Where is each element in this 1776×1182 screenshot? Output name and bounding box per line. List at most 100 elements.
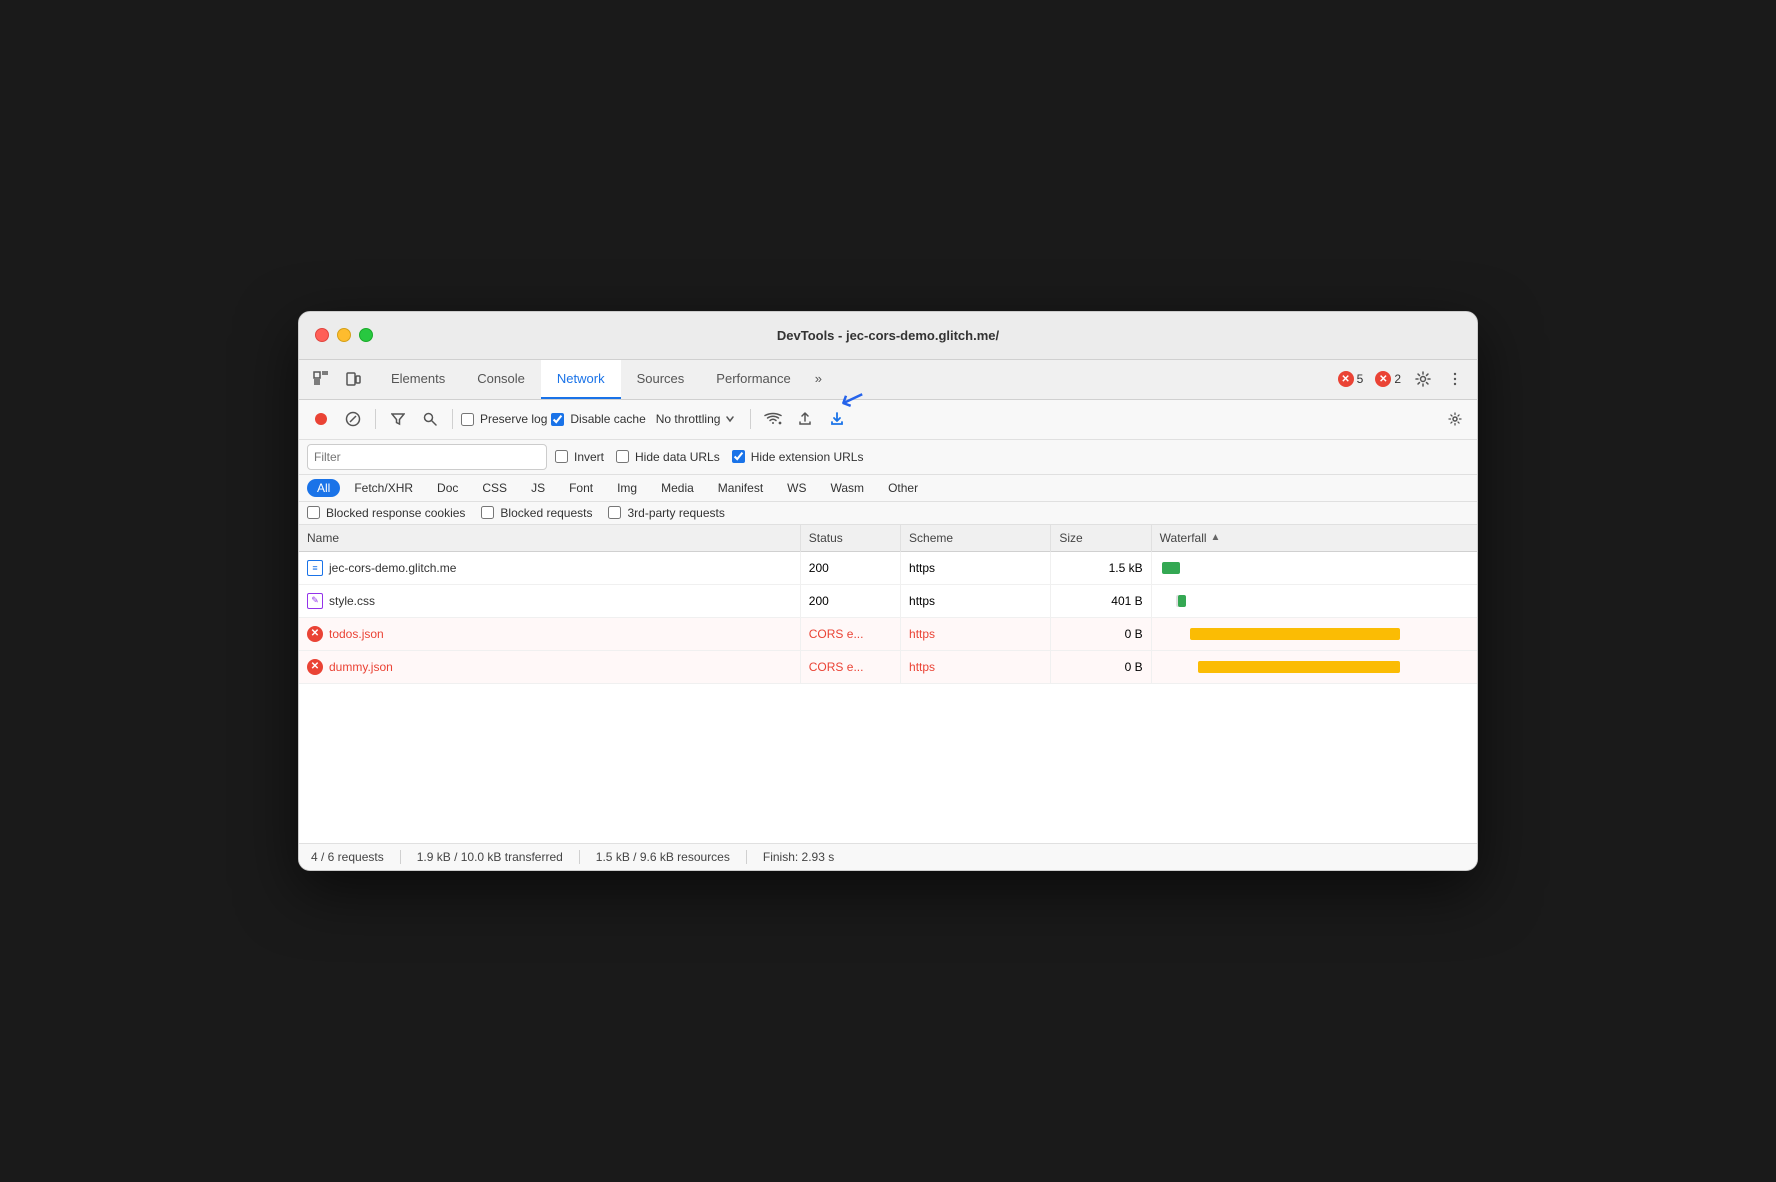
table-row[interactable]: ≡ jec-cors-demo.glitch.me 200 https 1.5 … [299, 551, 1477, 584]
tab-overflow[interactable]: » [807, 359, 830, 399]
doc-icon: ≡ [307, 560, 323, 576]
waterfall-bar [1162, 562, 1180, 574]
filter-button[interactable] [384, 405, 412, 433]
row-size: 0 B [1051, 617, 1151, 650]
status-transferred: 1.9 kB / 10.0 kB transferred [417, 850, 580, 864]
col-header-size[interactable]: Size [1051, 525, 1151, 552]
row-waterfall [1151, 584, 1477, 617]
third-party-checkbox[interactable]: 3rd-party requests [608, 506, 724, 520]
error-icon-2: ✕ [1375, 371, 1391, 387]
row-status: CORS e... [800, 617, 900, 650]
tab-console[interactable]: Console [461, 359, 541, 399]
toolbar-sep-1 [375, 409, 376, 429]
waterfall-bar [1198, 661, 1400, 673]
throttle-select[interactable]: No throttling [650, 410, 743, 428]
row-size: 0 B [1051, 650, 1151, 683]
window-title: DevTools - jec-cors-demo.glitch.me/ [777, 328, 999, 343]
error-icon: ✕ [307, 659, 323, 675]
filter-input[interactable] [314, 450, 540, 464]
type-btn-fetch-xhr[interactable]: Fetch/XHR [344, 479, 423, 497]
minimize-button[interactable] [337, 328, 351, 342]
status-finish: Finish: 2.93 s [763, 850, 850, 864]
row-size: 1.5 kB [1051, 551, 1151, 584]
row-waterfall [1151, 650, 1477, 683]
type-filter-bar: All Fetch/XHR Doc CSS JS Font Img Media … [299, 475, 1477, 502]
blocked-requests-checkbox[interactable]: Blocked requests [481, 506, 592, 520]
row-scheme: https [901, 617, 1051, 650]
waterfall-bar [1190, 628, 1400, 640]
export-button-wrapper: ↙ [823, 405, 851, 433]
traffic-lights [315, 328, 373, 342]
tab-performance[interactable]: Performance [700, 359, 806, 399]
tab-bar-right: ✕ 5 ✕ 2 [1334, 365, 1469, 393]
error-icon-1: ✕ [1338, 371, 1354, 387]
type-btn-js[interactable]: JS [521, 479, 555, 497]
filter-checkboxes: Invert Hide data URLs Hide extension URL… [555, 450, 863, 464]
network-settings-icon[interactable] [1441, 405, 1469, 433]
type-btn-css[interactable]: CSS [472, 479, 517, 497]
table-row[interactable]: ✎ style.css 200 https 401 B [299, 584, 1477, 617]
type-btn-wasm[interactable]: Wasm [821, 479, 875, 497]
table-row[interactable]: ✕ dummy.json CORS e... https 0 B [299, 650, 1477, 683]
disable-cache-checkbox[interactable]: Disable cache [551, 412, 645, 426]
row-status: 200 [800, 584, 900, 617]
device-toggle-icon[interactable] [339, 365, 367, 393]
settings-icon[interactable] [1409, 365, 1437, 393]
blocked-bar: Blocked response cookies Blocked request… [299, 502, 1477, 525]
type-btn-other[interactable]: Other [878, 479, 928, 497]
sort-arrow: ▲ [1211, 532, 1221, 543]
devtools-body: Elements Console Network Sources Perform… [299, 360, 1477, 871]
row-name: dummy.json [329, 660, 393, 674]
type-btn-font[interactable]: Font [559, 479, 603, 497]
clear-button[interactable] [339, 405, 367, 433]
row-name: style.css [329, 594, 375, 608]
type-btn-doc[interactable]: Doc [427, 479, 468, 497]
empty-space [299, 683, 1477, 843]
type-btn-img[interactable]: Img [607, 479, 647, 497]
error-icon: ✕ [307, 626, 323, 642]
toolbar-sep-3 [750, 409, 751, 429]
col-header-scheme[interactable]: Scheme [901, 525, 1051, 552]
row-status: CORS e... [800, 650, 900, 683]
col-header-waterfall[interactable]: Waterfall ▲ [1151, 525, 1477, 552]
blocked-cookies-checkbox[interactable]: Blocked response cookies [307, 506, 465, 520]
invert-checkbox[interactable]: Invert [555, 450, 604, 464]
row-scheme: https [901, 584, 1051, 617]
title-bar: DevTools - jec-cors-demo.glitch.me/ [299, 312, 1477, 360]
maximize-button[interactable] [359, 328, 373, 342]
close-button[interactable] [315, 328, 329, 342]
tab-icon-group [307, 365, 367, 393]
hide-data-urls-checkbox[interactable]: Hide data URLs [616, 450, 720, 464]
type-btn-media[interactable]: Media [651, 479, 704, 497]
network-conditions-icon[interactable] [759, 405, 787, 433]
preserve-log-checkbox[interactable]: Preserve log [461, 412, 547, 426]
network-toolbar: Preserve log Disable cache No throttling [299, 400, 1477, 440]
type-btn-all[interactable]: All [307, 479, 340, 497]
search-button[interactable] [416, 405, 444, 433]
import-button[interactable] [791, 405, 819, 433]
record-button[interactable] [307, 405, 335, 433]
type-btn-ws[interactable]: WS [777, 479, 816, 497]
hide-extension-urls-checkbox[interactable]: Hide extension URLs [732, 450, 864, 464]
css-icon: ✎ [307, 593, 323, 609]
tab-elements[interactable]: Elements [375, 359, 461, 399]
network-table: Name Status Scheme Size [299, 525, 1477, 844]
col-header-status[interactable]: Status [800, 525, 900, 552]
col-header-name[interactable]: Name [299, 525, 800, 552]
type-btn-manifest[interactable]: Manifest [708, 479, 773, 497]
row-name: todos.json [329, 627, 384, 641]
tab-network[interactable]: Network [541, 359, 621, 399]
filter-input-wrap [307, 444, 547, 470]
error-badge-1[interactable]: ✕ 5 [1334, 369, 1368, 389]
inspect-icon[interactable] [307, 365, 335, 393]
export-button[interactable] [823, 405, 851, 433]
row-waterfall [1151, 617, 1477, 650]
table-header-row: Name Status Scheme Size [299, 525, 1477, 552]
more-icon[interactable] [1441, 365, 1469, 393]
row-size: 401 B [1051, 584, 1151, 617]
table-row[interactable]: ✕ todos.json CORS e... https 0 B [299, 617, 1477, 650]
network-table-container: Name Status Scheme Size [299, 525, 1477, 844]
tab-sources[interactable]: Sources [621, 359, 701, 399]
error-badge-2[interactable]: ✕ 2 [1371, 369, 1405, 389]
row-name-cell: ✕ dummy.json [299, 650, 800, 683]
